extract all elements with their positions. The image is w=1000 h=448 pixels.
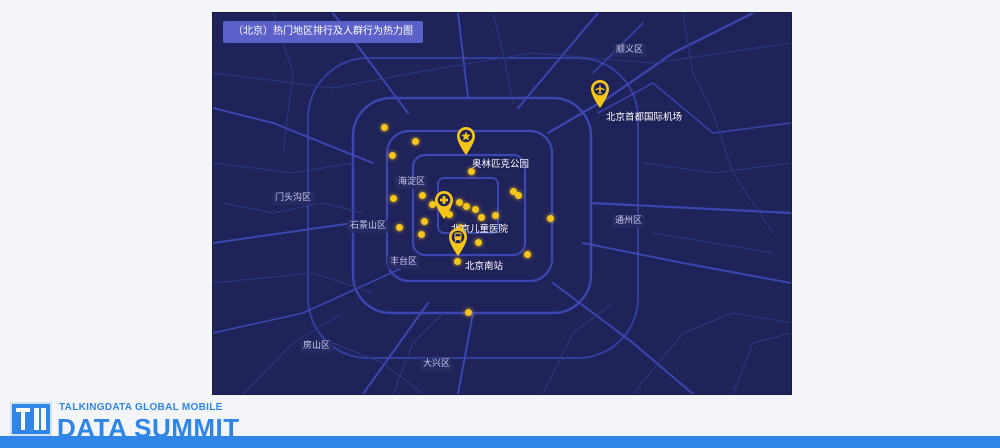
heat-point[interactable]: [454, 258, 461, 265]
district-label-haidian: 海淀区: [395, 176, 429, 189]
heat-point[interactable]: [515, 192, 522, 199]
heat-point[interactable]: [390, 195, 397, 202]
heat-point[interactable]: [463, 203, 470, 210]
map-title: （北京）热门地区排行及人群行为热力图: [223, 21, 423, 43]
heat-point[interactable]: [381, 124, 388, 131]
heat-point[interactable]: [524, 251, 531, 258]
heat-point[interactable]: [418, 231, 425, 238]
landmark-label-olympic-park: 奥林匹克公园: [472, 159, 530, 170]
district-label-mentougou: 门头沟区: [272, 192, 315, 205]
brand-tagline: TALKINGDATA GLOBAL MOBILE: [59, 402, 223, 413]
district-label-fengtai: 丰台区: [387, 256, 421, 269]
district-label-tongzhou: 通州区: [612, 215, 646, 228]
heat-point[interactable]: [475, 239, 482, 246]
heat-point[interactable]: [547, 215, 554, 222]
heat-point[interactable]: [492, 212, 499, 219]
heat-point[interactable]: [456, 199, 463, 206]
landmark-label-south-station: 北京南站: [465, 261, 504, 272]
district-label-fangshan: 房山区: [300, 340, 334, 353]
star-icon[interactable]: [455, 126, 477, 156]
district-label-shunyi: 顺义区: [613, 44, 647, 57]
landmark-label-airport: 北京首都国际机场: [606, 112, 683, 123]
heat-point[interactable]: [421, 218, 428, 225]
heat-point[interactable]: [412, 138, 419, 145]
airplane-icon[interactable]: [589, 79, 611, 109]
district-label-daxing: 大兴区: [420, 358, 454, 371]
heat-point[interactable]: [396, 224, 403, 231]
footer-accent-bar: [0, 436, 1000, 448]
heat-point[interactable]: [419, 192, 426, 199]
heat-point[interactable]: [389, 152, 396, 159]
heat-point[interactable]: [472, 206, 479, 213]
heat-point[interactable]: [478, 214, 485, 221]
heat-point[interactable]: [465, 309, 472, 316]
medical-cross-icon[interactable]: [433, 190, 455, 220]
district-label-shijingshan: 石景山区: [347, 220, 390, 233]
talkingdata-logo-icon: [10, 402, 52, 436]
heatmap-map[interactable]: （北京）热门地区排行及人群行为热力图 顺义区 门头沟区 海淀区 石景山区 丰台区…: [213, 13, 791, 394]
train-icon[interactable]: [447, 227, 469, 257]
